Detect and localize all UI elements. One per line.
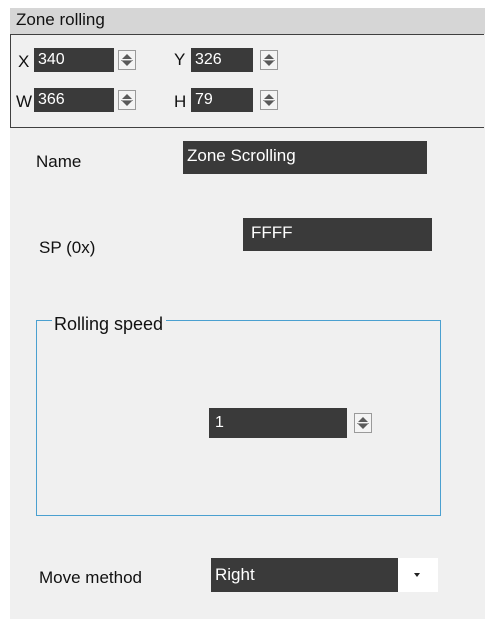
rolling-speed-legend: Rolling speed [52,313,167,335]
y-spinner-icon[interactable] [260,50,278,70]
move-method-dropdown-button[interactable] [398,558,438,592]
y-input[interactable]: 326 [191,48,253,72]
sp-input[interactable]: FFFF [243,218,432,251]
x-label: X [18,52,30,71]
h-label: H [174,92,187,111]
chevron-down-icon [414,573,420,577]
move-method-select[interactable]: Right [211,558,401,592]
rolling-speed-input[interactable]: 1 [209,408,347,438]
x-input[interactable]: 340 [34,48,114,72]
sp-label: SP (0x) [39,238,96,257]
panel-title: Zone rolling [10,8,485,34]
h-input[interactable]: 79 [191,88,253,112]
w-input[interactable]: 366 [34,88,114,112]
w-spinner-icon[interactable] [118,90,136,110]
y-label: Y [174,50,186,69]
w-label: W [16,92,33,111]
name-label: Name [36,152,82,171]
name-input[interactable]: Zone Scrolling [183,141,427,174]
h-spinner-icon[interactable] [260,90,278,110]
move-method-label: Move method [39,568,142,587]
x-spinner-icon[interactable] [118,50,136,70]
rolling-speed-spinner-icon[interactable] [354,413,372,433]
